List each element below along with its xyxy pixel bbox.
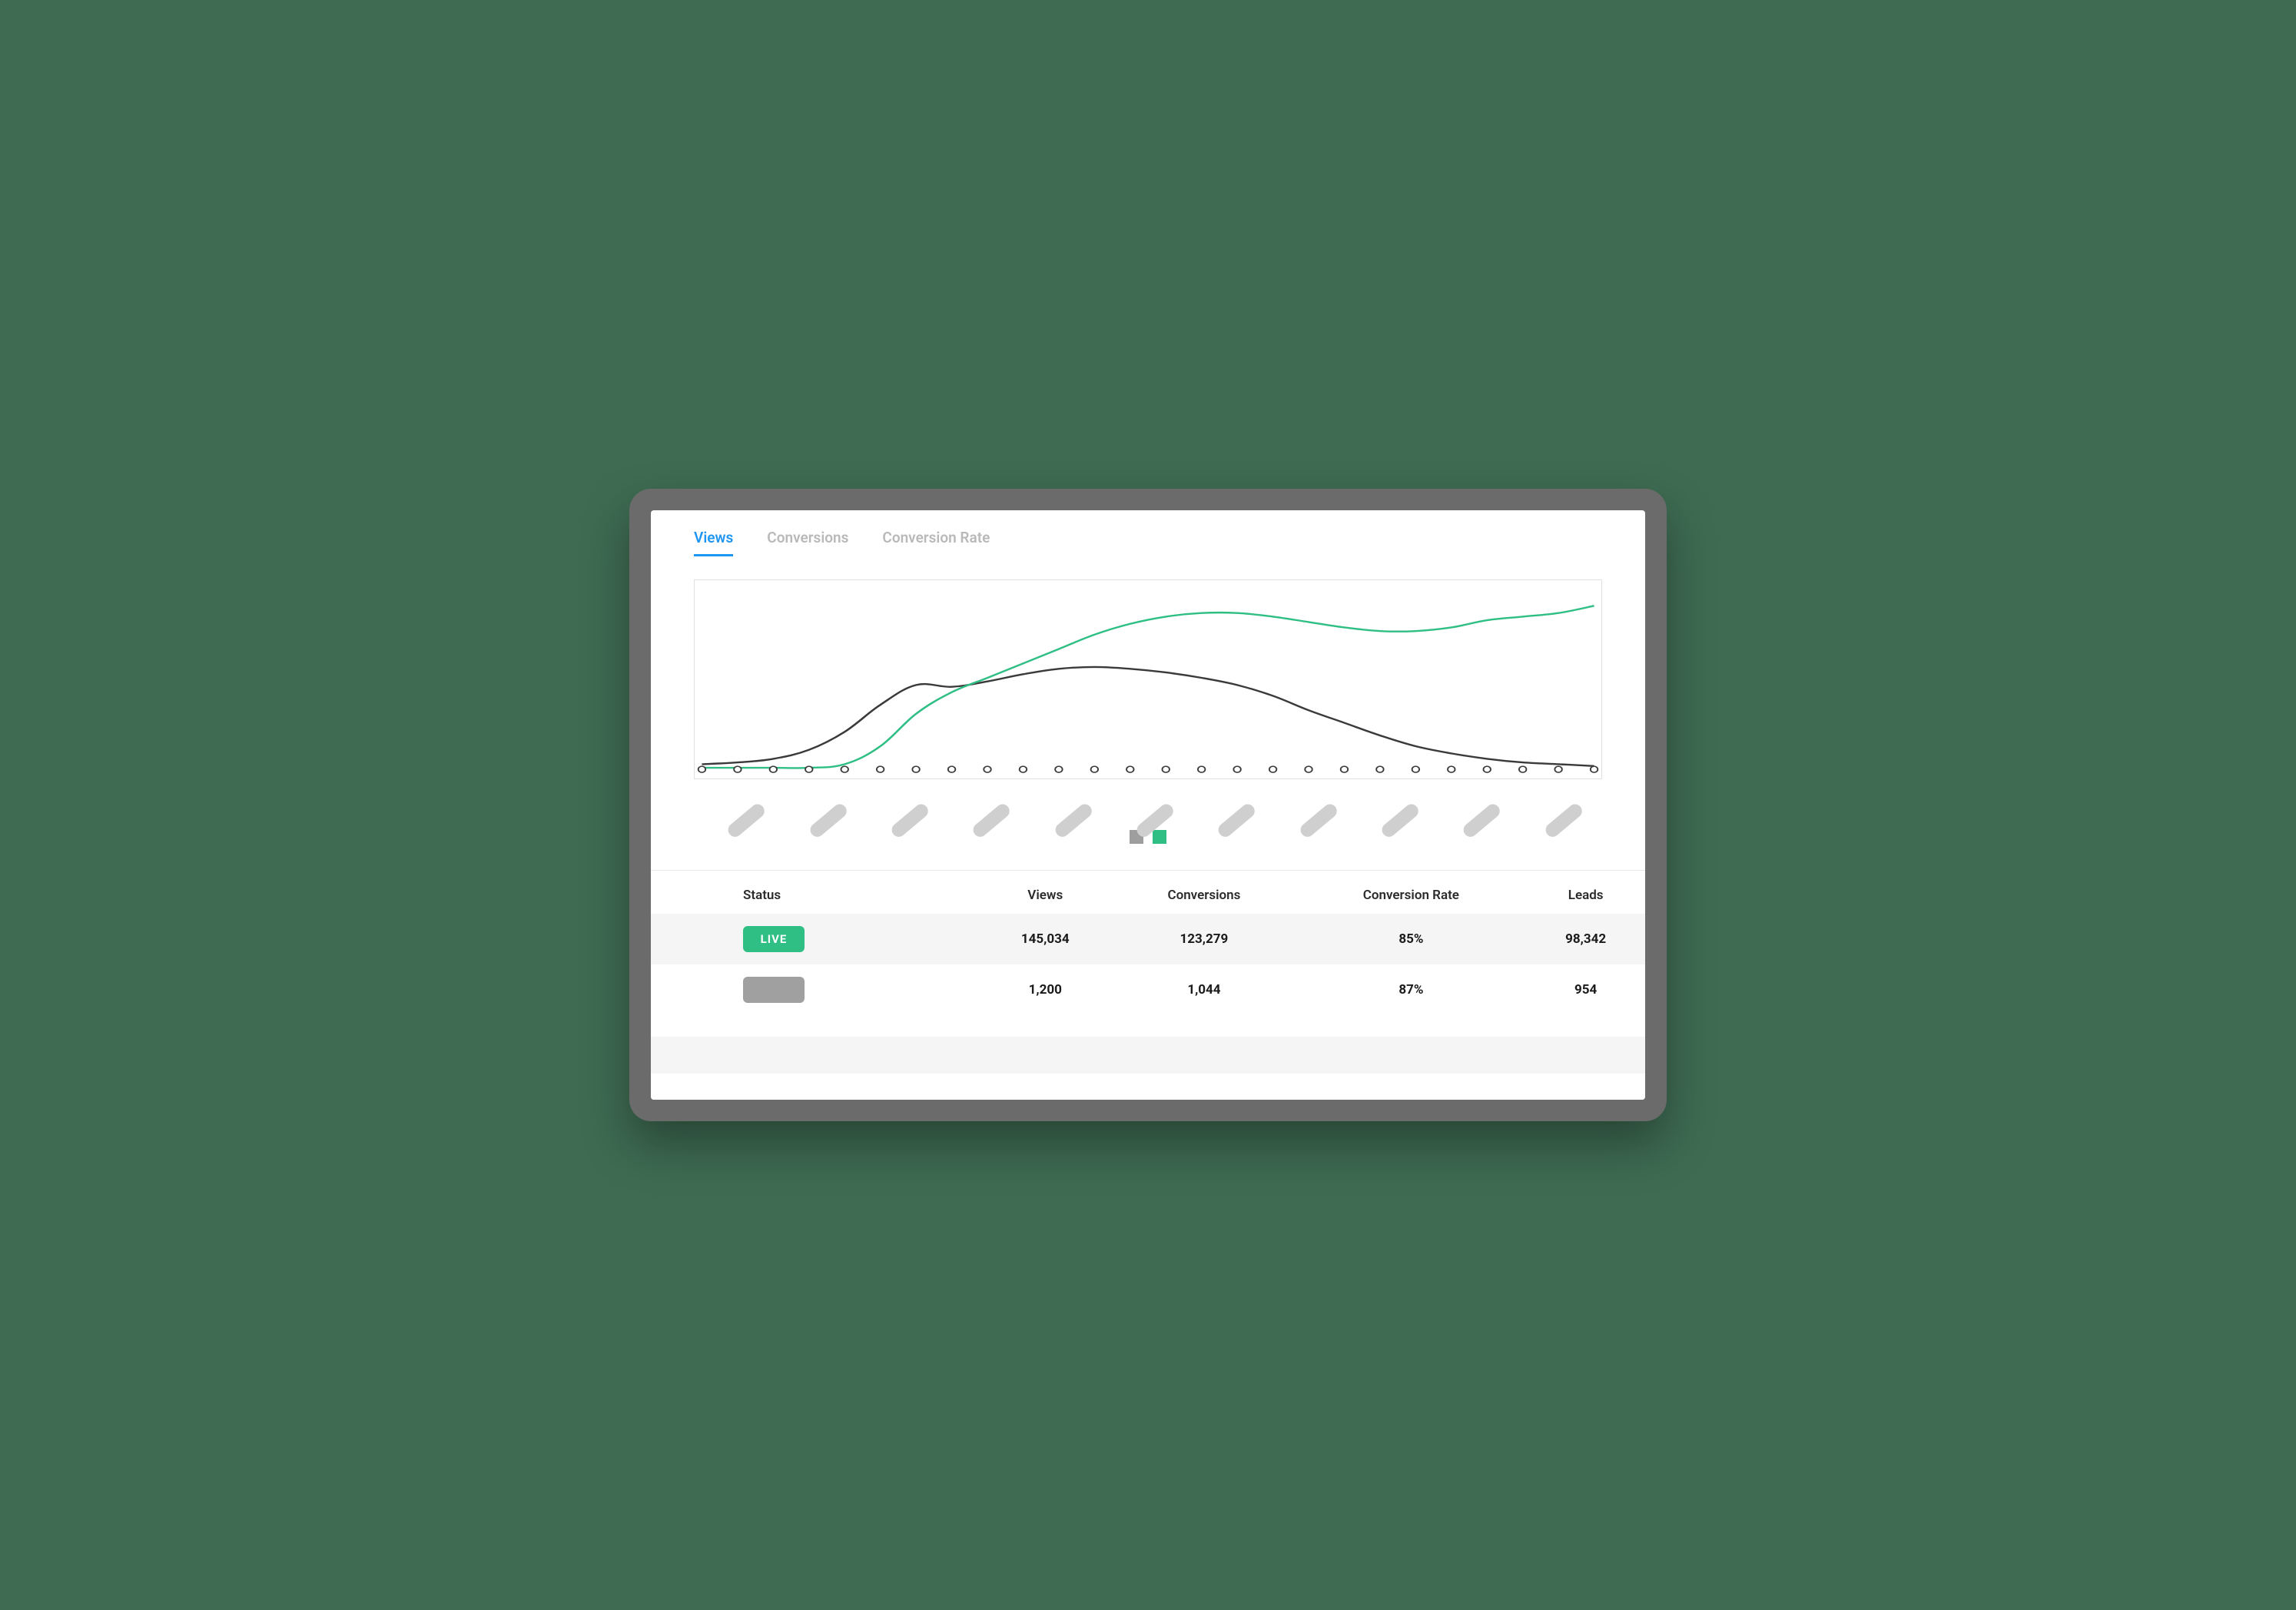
footer-pad: [651, 1074, 1645, 1100]
cell-conversion-rate: 85%: [1296, 914, 1526, 964]
chart-area: [651, 556, 1645, 870]
series-line: [702, 606, 1594, 768]
cell-status: LIVE: [651, 914, 978, 964]
device-frame: Views Conversions Conversion Rate Status…: [629, 489, 1667, 1121]
chart-svg: [695, 580, 1601, 778]
x-axis-labels: [694, 785, 1602, 799]
screen: Views Conversions Conversion Rate Status…: [651, 510, 1645, 1100]
col-leads: Leads: [1526, 871, 1645, 914]
col-views: Views: [978, 871, 1112, 914]
cell-views: 145,034: [978, 914, 1112, 964]
x-label-slot: [862, 785, 944, 799]
x-label-slot: [1107, 785, 1189, 799]
x-tick-marker: [1198, 766, 1205, 772]
x-label-slot: [1025, 785, 1107, 799]
x-tick-marker: [698, 766, 705, 772]
x-tick-marker: [1519, 766, 1526, 772]
status-badge: [743, 977, 805, 1003]
x-label-slot: [944, 785, 1025, 799]
tab-conversions[interactable]: Conversions: [767, 529, 848, 556]
x-tick-marker: [877, 766, 884, 772]
x-label-slot: [1352, 785, 1434, 799]
footer-strip: [651, 1037, 1645, 1074]
x-tick-marker: [1376, 766, 1383, 772]
status-badge: LIVE: [743, 926, 805, 952]
col-conversions: Conversions: [1112, 871, 1296, 914]
x-tick-marker: [770, 766, 777, 772]
x-label-slot: [1189, 785, 1270, 799]
x-tick-marker: [1055, 766, 1062, 772]
cell-status: [651, 964, 978, 1015]
x-tick-marker: [912, 766, 919, 772]
x-tick-marker: [1448, 766, 1455, 772]
x-tick-marker: [1091, 766, 1098, 772]
tab-conversion-rate[interactable]: Conversion Rate: [882, 529, 990, 556]
col-conversion-rate: Conversion Rate: [1296, 871, 1526, 914]
cell-conversions: 1,044: [1112, 964, 1296, 1015]
x-tick-marker: [1233, 766, 1240, 772]
x-tick-marker: [984, 766, 990, 772]
tabs: Views Conversions Conversion Rate: [651, 510, 1645, 556]
cell-leads: 98,342: [1526, 914, 1645, 964]
x-label-slot: [698, 785, 780, 799]
stats-table: Status Views Conversions Conversion Rate…: [651, 871, 1645, 1015]
x-tick-marker: [805, 766, 812, 772]
x-tick-marker: [1484, 766, 1491, 772]
x-tick-marker: [1020, 766, 1027, 772]
x-label-slot: [1516, 785, 1598, 799]
x-tick-marker: [1341, 766, 1348, 772]
x-tick-marker: [1305, 766, 1312, 772]
x-tick-marker: [1412, 766, 1419, 772]
cell-leads: 954: [1526, 964, 1645, 1015]
x-label-slot: [1434, 785, 1515, 799]
cell-views: 1,200: [978, 964, 1112, 1015]
x-tick-marker: [1269, 766, 1276, 772]
legend-swatch-green: [1153, 830, 1166, 844]
x-tick-marker: [948, 766, 955, 772]
x-tick-marker: [1126, 766, 1133, 772]
x-label-slot: [780, 785, 861, 799]
table-row: LIVE 145,034123,27985%98,342: [651, 914, 1645, 964]
x-tick-marker: [734, 766, 741, 772]
tab-views[interactable]: Views: [694, 529, 733, 556]
cell-conversion-rate: 87%: [1296, 964, 1526, 1015]
series-line: [702, 667, 1594, 766]
table-row: 1,2001,04487%954: [651, 964, 1645, 1015]
x-label-slot: [1271, 785, 1352, 799]
x-tick-marker: [1591, 766, 1598, 772]
x-tick-marker: [1163, 766, 1170, 772]
cell-conversions: 123,279: [1112, 914, 1296, 964]
x-tick-marker: [1554, 766, 1561, 772]
x-tick-marker: [841, 766, 848, 772]
chart-box: [694, 579, 1602, 779]
table-header-row: Status Views Conversions Conversion Rate…: [651, 871, 1645, 914]
col-status: Status: [651, 871, 978, 914]
